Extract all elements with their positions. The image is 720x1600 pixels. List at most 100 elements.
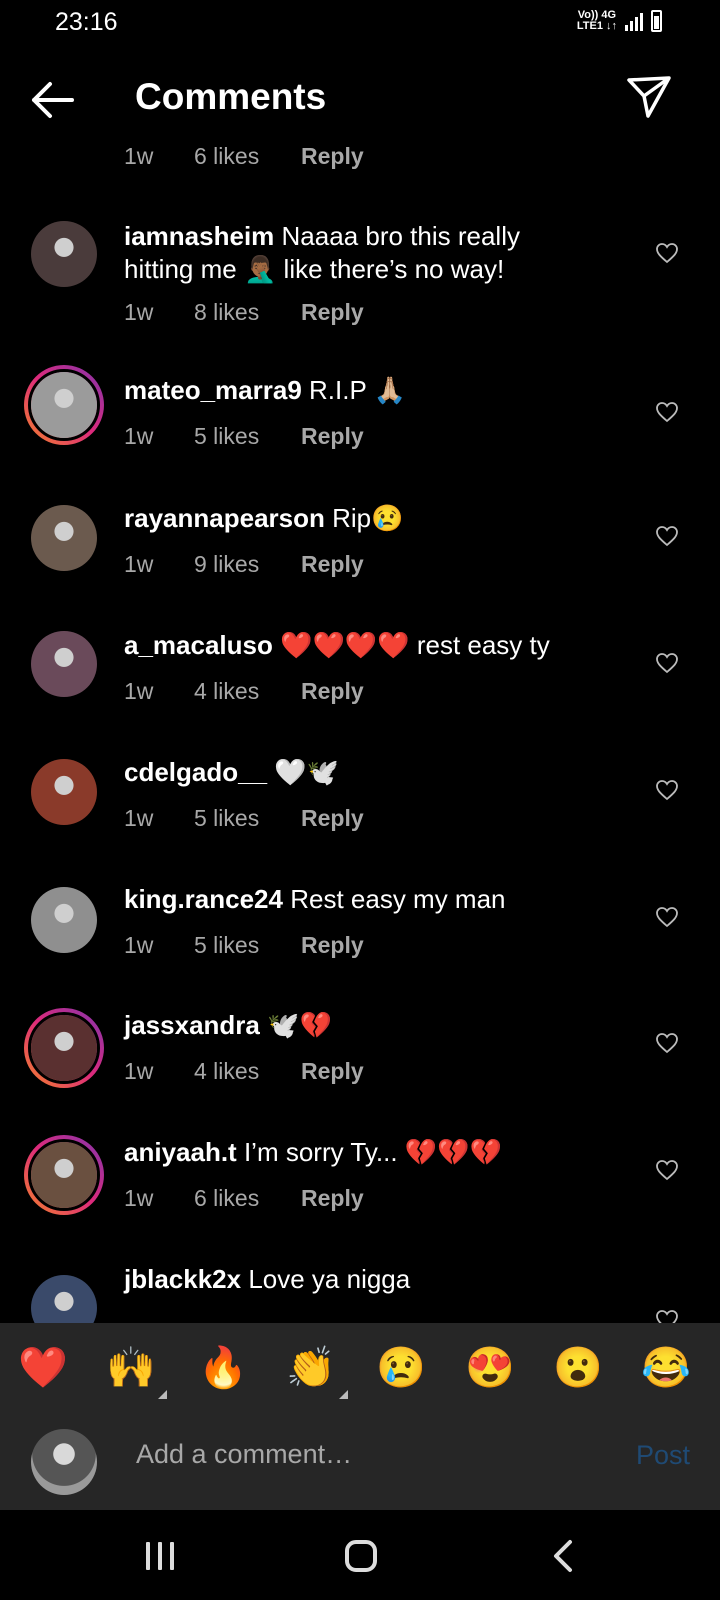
avatar[interactable]	[31, 1275, 97, 1323]
avatar[interactable]	[31, 505, 97, 571]
comment-meta: 1w 5 likes Reply	[124, 932, 364, 959]
comment-time: 1w	[124, 423, 154, 449]
comment-text: jblackk2x Love ya nigga	[124, 1263, 564, 1296]
comment-text: a_macaluso ❤️❤️❤️❤️ rest easy ty	[124, 629, 564, 662]
reaction-heart[interactable]: ❤️	[18, 1345, 68, 1391]
comment-meta: 1w 4 likes Reply	[124, 678, 364, 705]
reaction-fire[interactable]: 🔥	[198, 1345, 248, 1391]
comment-time: 1w	[124, 932, 154, 958]
comment-time: 1w	[124, 805, 154, 831]
reply-button[interactable]: Reply	[301, 678, 364, 705]
reply-button[interactable]: Reply	[301, 299, 364, 326]
comment-meta: 1w 4 likes Reply	[124, 1058, 364, 1085]
like-heart-icon[interactable]	[655, 906, 679, 928]
like-heart-icon[interactable]	[655, 652, 679, 674]
comments-list[interactable]: 1w 6 likes Reply iamnasheim Naaaa bro th…	[0, 0, 720, 1323]
comment-meta: 1w 9 likes Reply	[124, 551, 364, 578]
comment-body: Rest easy my man	[290, 884, 506, 914]
like-heart-icon[interactable]	[655, 1159, 679, 1181]
comment-input[interactable]: Add a comment…	[136, 1439, 352, 1470]
post-button[interactable]: Post	[636, 1440, 690, 1471]
like-heart-icon[interactable]	[655, 779, 679, 801]
avatar[interactable]	[24, 1135, 104, 1215]
comment-text: iamnasheim Naaaa bro this really hitting…	[124, 220, 564, 286]
comment-body: I’m sorry Ty... 💔💔💔	[243, 1137, 502, 1167]
more-indicator-icon	[339, 1390, 348, 1399]
comment-likes[interactable]: 5 likes	[194, 805, 301, 832]
comment-body: Love ya nigga	[248, 1264, 411, 1294]
more-indicator-icon	[158, 1390, 167, 1399]
reply-button[interactable]: Reply	[301, 551, 364, 578]
comment-username[interactable]: jblackk2x	[124, 1264, 241, 1294]
avatar[interactable]	[31, 221, 97, 287]
recent-apps-icon[interactable]	[146, 1542, 174, 1570]
comment-likes[interactable]: 5 likes	[194, 932, 301, 959]
reaction-surprised[interactable]: 😮	[553, 1345, 603, 1391]
send-icon[interactable]	[626, 74, 672, 120]
comment-text: aniyaah.t I’m sorry Ty... 💔💔💔	[124, 1136, 564, 1169]
like-heart-icon[interactable]	[655, 1032, 679, 1054]
comment-text: cdelgado__ 🤍🕊️	[124, 756, 564, 789]
avatar[interactable]	[24, 365, 104, 445]
comment-username[interactable]: rayannapearson	[124, 503, 325, 533]
reply-button[interactable]: Reply	[301, 1058, 364, 1085]
comment-body: ❤️❤️❤️❤️ rest easy ty	[280, 630, 550, 660]
like-heart-icon[interactable]	[655, 242, 679, 264]
comment-text: mateo_marra9 R.I.P 🙏🏼	[124, 374, 564, 407]
comment-username[interactable]: a_macaluso	[124, 630, 273, 660]
reply-button[interactable]: Reply	[301, 143, 364, 170]
comment-text: jassxandra 🕊️💔	[124, 1009, 564, 1042]
reaction-raised-hands[interactable]: 🙌	[106, 1345, 156, 1391]
comment-username[interactable]: cdelgado__	[124, 757, 267, 787]
comment-likes[interactable]: 9 likes	[194, 551, 301, 578]
comment-username[interactable]: aniyaah.t	[124, 1137, 237, 1167]
like-heart-icon[interactable]	[655, 525, 679, 547]
comment-body: R.I.P 🙏🏼	[309, 375, 406, 405]
comment-username[interactable]: mateo_marra9	[124, 375, 302, 405]
reply-button[interactable]: Reply	[301, 805, 364, 832]
reply-button[interactable]: Reply	[301, 932, 364, 959]
comment-username[interactable]: king.rance24	[124, 884, 283, 914]
reaction-laughing[interactable]: 😂	[641, 1345, 691, 1391]
reply-button[interactable]: Reply	[301, 423, 364, 450]
comment-time: 1w	[124, 143, 154, 169]
avatar[interactable]	[31, 887, 97, 953]
comment-meta: 1w 5 likes Reply	[124, 805, 364, 832]
avatar[interactable]	[31, 759, 97, 825]
avatar	[31, 1429, 97, 1495]
avatar[interactable]	[24, 1008, 104, 1088]
comment-likes[interactable]: 4 likes	[194, 678, 301, 705]
avatar[interactable]	[31, 631, 97, 697]
comment-meta: 1w 8 likes Reply	[124, 299, 364, 326]
comment-meta-partial: 1w 6 likes Reply	[124, 143, 364, 170]
comment-body: 🕊️💔	[267, 1010, 332, 1040]
like-heart-icon[interactable]	[655, 1309, 679, 1323]
comment-likes[interactable]: 4 likes	[194, 1058, 301, 1085]
header: Comments	[0, 60, 720, 140]
back-arrow-icon[interactable]	[28, 78, 78, 122]
comment-text: king.rance24 Rest easy my man	[124, 883, 564, 916]
reaction-clap[interactable]: 👏	[286, 1345, 336, 1391]
reaction-crying[interactable]: 😢	[376, 1345, 426, 1391]
comment-username[interactable]: iamnasheim	[124, 221, 274, 251]
comment-likes[interactable]: 8 likes	[194, 299, 301, 326]
comment-time: 1w	[124, 551, 154, 577]
comment-time: 1w	[124, 1058, 154, 1084]
page-title: Comments	[135, 76, 327, 117]
comment-meta: 1w 5 likes Reply	[124, 423, 364, 450]
comment-time: 1w	[124, 678, 154, 704]
comment-time: 1w	[124, 299, 154, 325]
like-heart-icon[interactable]	[655, 401, 679, 423]
back-icon[interactable]	[548, 1538, 578, 1574]
comment-likes[interactable]: 6 likes	[194, 143, 301, 170]
comment-likes[interactable]: 6 likes	[194, 1185, 301, 1212]
comment-body: 🤍🕊️	[274, 757, 340, 787]
comment-time: 1w	[124, 1185, 154, 1211]
comment-username[interactable]: jassxandra	[124, 1010, 260, 1040]
comment-likes[interactable]: 5 likes	[194, 423, 301, 450]
reaction-heart-eyes[interactable]: 😍	[465, 1345, 515, 1391]
comment-text: rayannapearson Rip😢	[124, 502, 564, 535]
reply-button[interactable]: Reply	[301, 1185, 364, 1212]
system-nav-bar	[0, 1510, 720, 1600]
home-icon[interactable]	[345, 1540, 377, 1572]
